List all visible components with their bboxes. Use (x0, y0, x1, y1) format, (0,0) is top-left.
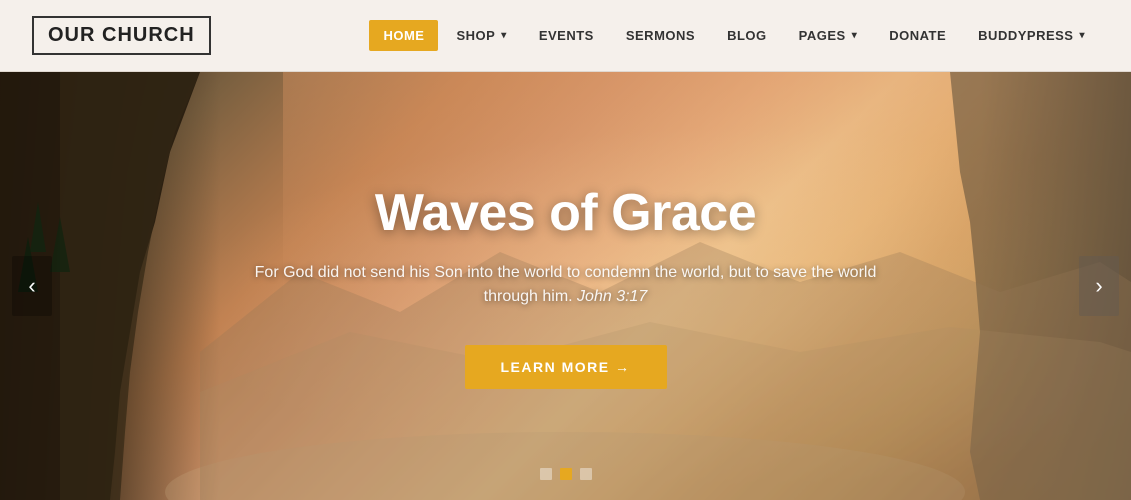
slider-dot-1[interactable] (540, 468, 552, 480)
nav-item-home[interactable]: HOME (369, 20, 438, 51)
hero-slider: ‹ › Waves of Grace For God did not send … (0, 72, 1131, 500)
chevron-down-icon: ▾ (501, 30, 507, 41)
nav-item-events[interactable]: EVENTS (525, 20, 608, 51)
nav-item-buddypress[interactable]: BUDDYPRESS ▾ (964, 20, 1099, 51)
chevron-down-icon: ▾ (1079, 30, 1085, 41)
slider-dot-3[interactable] (580, 468, 592, 480)
hero-title: Waves of Grace (251, 183, 881, 243)
hero-verse: For God did not send his Son into the wo… (251, 261, 881, 309)
nav-item-pages[interactable]: PAGES ▾ (785, 20, 872, 51)
main-nav: HOME SHOP ▾ EVENTS SERMONS BLOG PAGES ▾ … (369, 20, 1099, 51)
hero-content: Waves of Grace For God did not send his … (191, 183, 941, 389)
chevron-down-icon: ▾ (852, 30, 858, 41)
slider-dot-2[interactable] (560, 468, 572, 480)
site-logo[interactable]: OUR CHURCH (32, 16, 211, 55)
slider-dots (540, 468, 592, 480)
nav-item-blog[interactable]: BLOG (713, 20, 781, 51)
nav-item-donate[interactable]: DONATE (875, 20, 960, 51)
nav-item-shop[interactable]: SHOP ▾ (442, 20, 520, 51)
site-header: OUR CHURCH HOME SHOP ▾ EVENTS SERMONS BL… (0, 0, 1131, 72)
hero-cta-button[interactable]: LEARN MORE → (465, 345, 667, 389)
slider-prev-button[interactable]: ‹ (12, 256, 52, 316)
slider-next-button[interactable]: › (1079, 256, 1119, 316)
nav-item-sermons[interactable]: SERMONS (612, 20, 709, 51)
